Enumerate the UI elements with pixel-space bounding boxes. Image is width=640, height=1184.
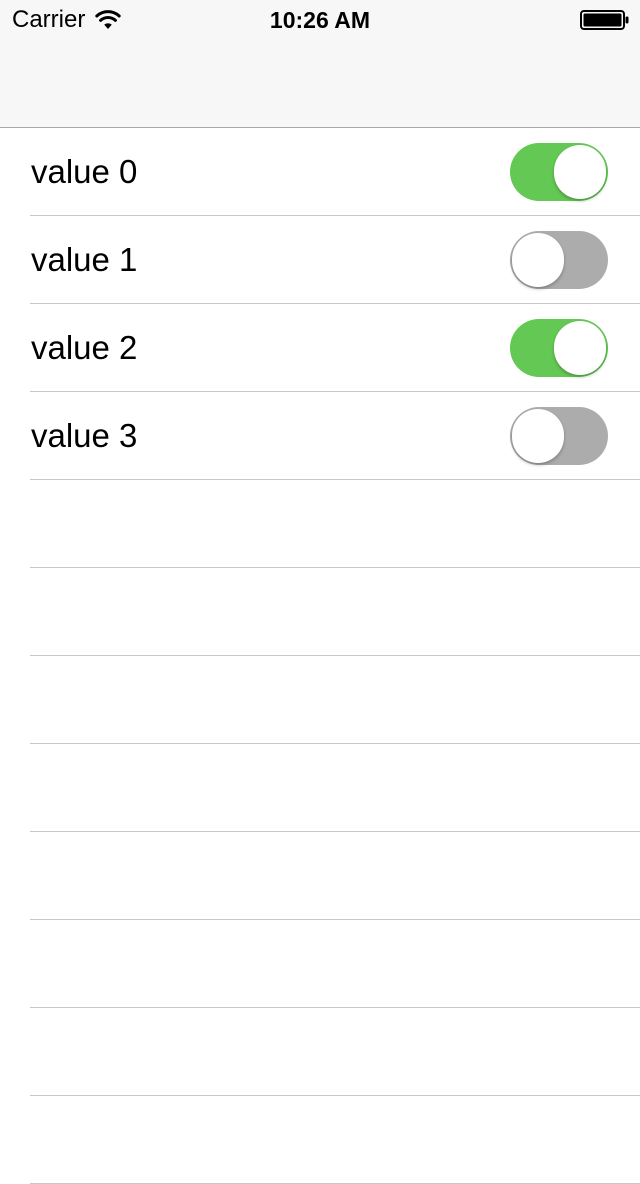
toggle-switch[interactable] <box>510 407 608 465</box>
toggle-switch[interactable] <box>510 231 608 289</box>
empty-list-item <box>0 920 640 1008</box>
list-item: value 3 <box>0 392 640 480</box>
empty-list-item <box>0 1096 640 1184</box>
toggle-switch[interactable] <box>510 319 608 377</box>
battery-icon <box>580 10 629 30</box>
empty-list-item <box>0 568 640 656</box>
list-item: value 0 <box>0 128 640 216</box>
status-time: 10:26 AM <box>269 7 371 33</box>
empty-rows <box>0 480 640 1184</box>
settings-list: value 0 value 1 value 2 value 3 <box>0 128 640 1184</box>
empty-list-item <box>0 480 640 568</box>
list-item: value 2 <box>0 304 640 392</box>
switch-knob <box>554 145 606 199</box>
row-label: value 3 <box>31 417 138 454</box>
switch-knob <box>554 321 606 375</box>
switch-knob <box>512 409 564 463</box>
row-label: value 1 <box>31 241 138 278</box>
list-item: value 1 <box>0 216 640 304</box>
status-bar: Carrier 10:26 AM <box>0 0 640 40</box>
empty-list-item <box>0 832 640 920</box>
empty-list-item <box>0 1008 640 1096</box>
row-label: value 0 <box>31 153 138 190</box>
navigation-bar: Carrier 10:26 AM <box>0 0 640 128</box>
toggle-switch[interactable] <box>510 143 608 201</box>
empty-list-item <box>0 744 640 832</box>
empty-list-item <box>0 656 640 744</box>
row-label: value 2 <box>31 329 138 366</box>
switch-knob <box>512 233 564 287</box>
